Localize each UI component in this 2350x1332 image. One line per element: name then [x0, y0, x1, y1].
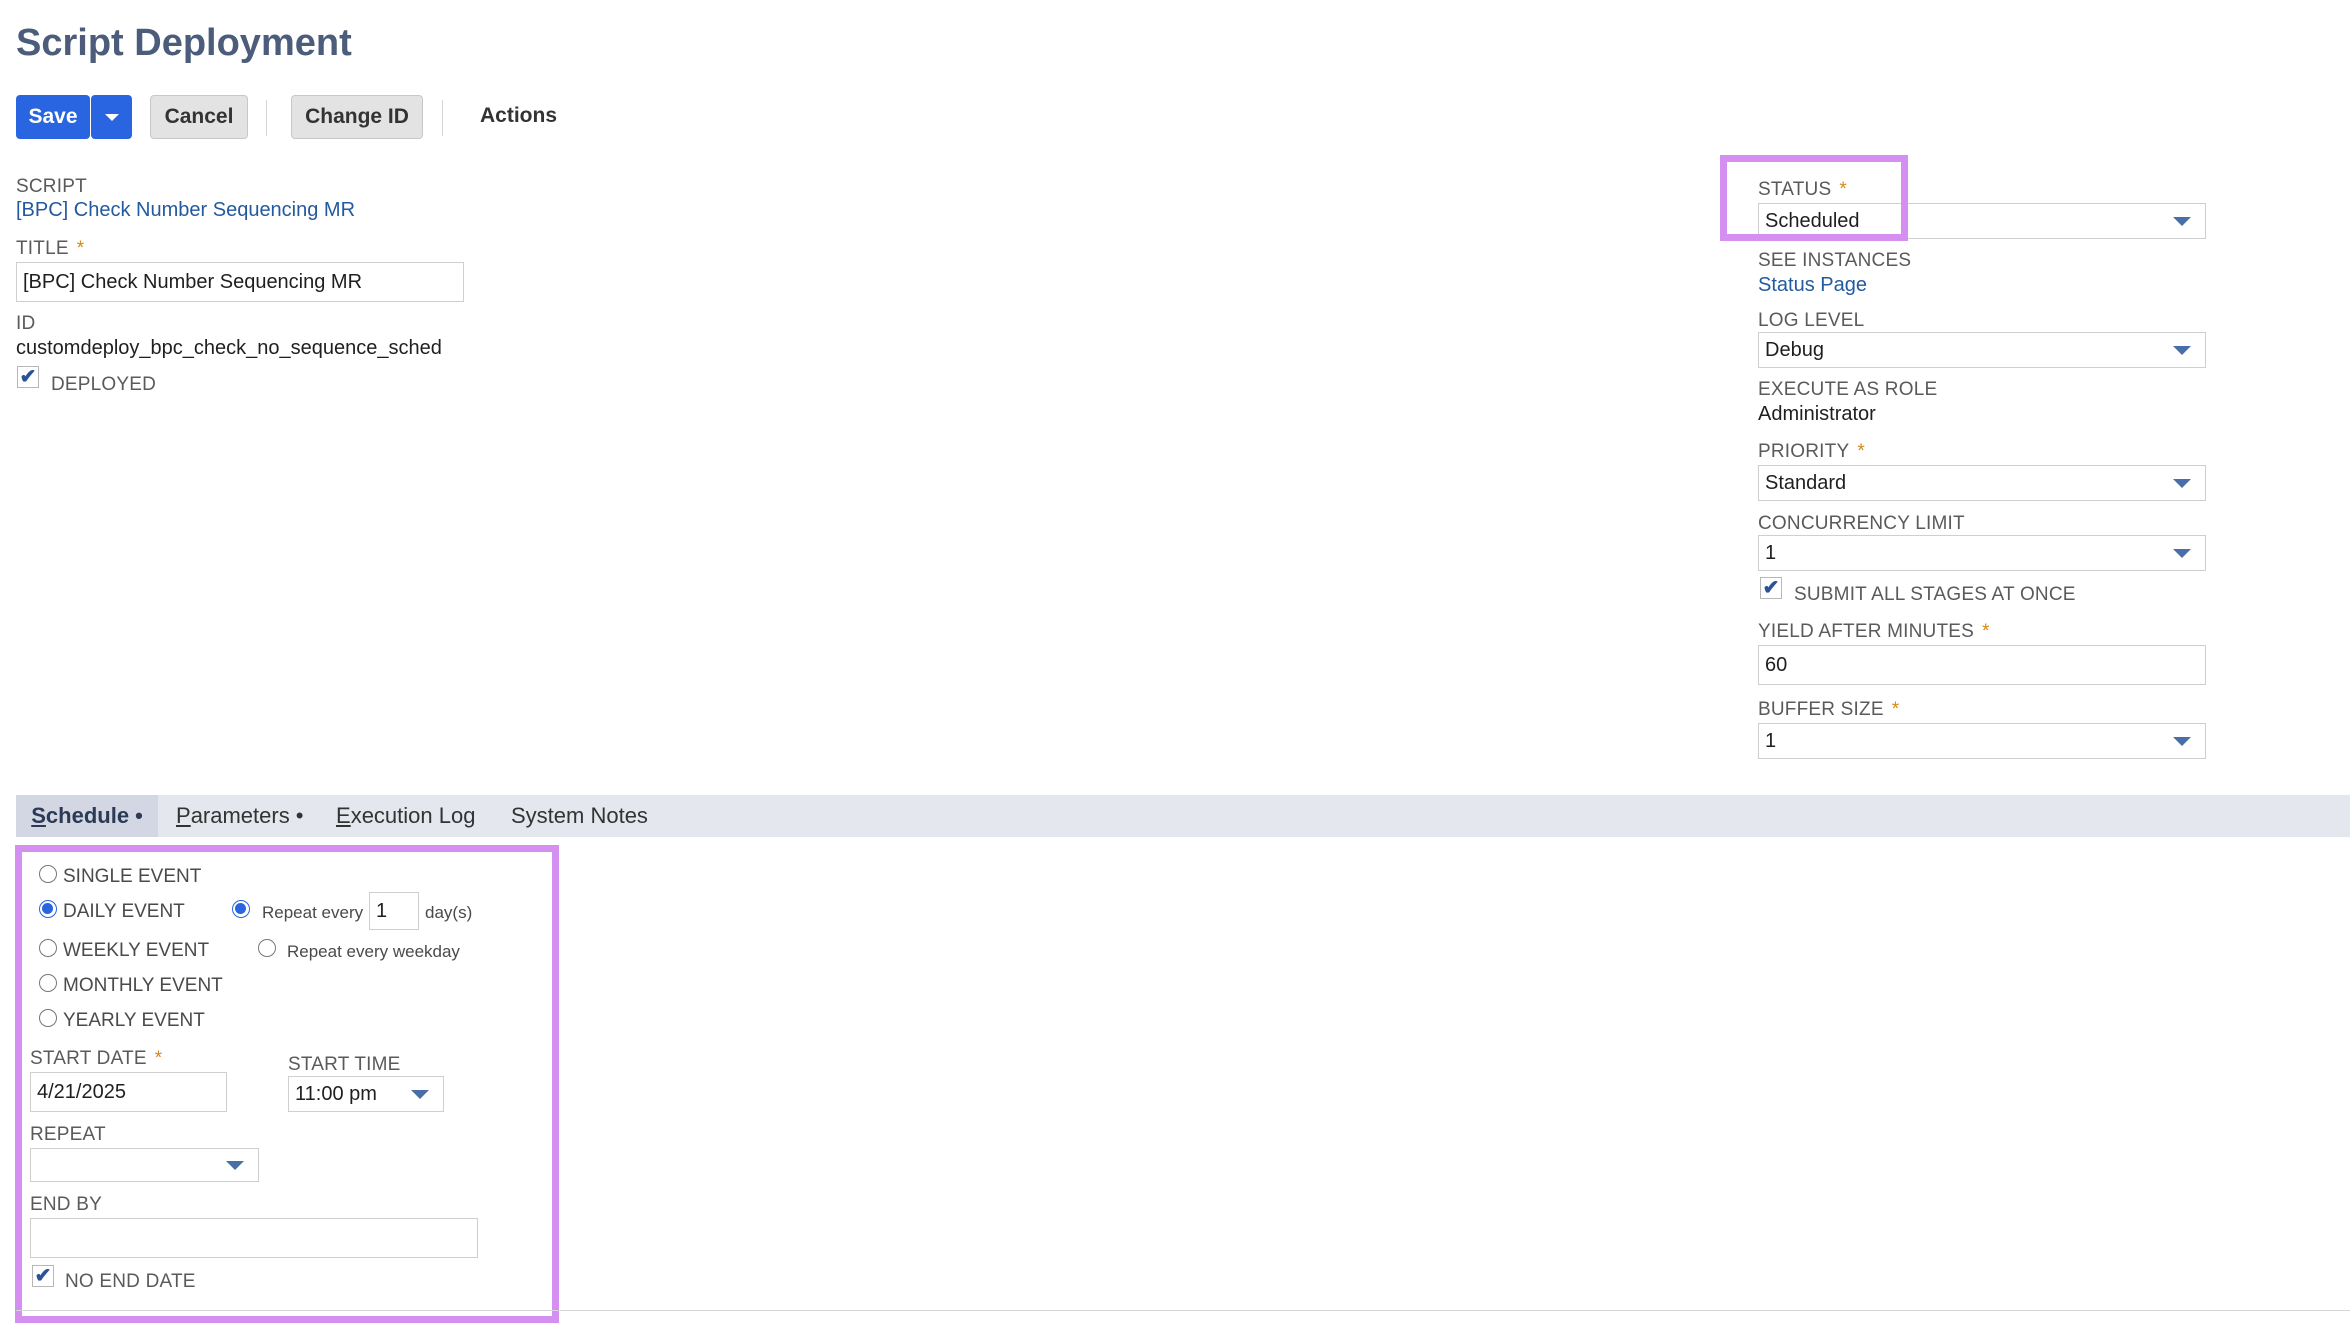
submit-all-label: SUBMIT ALL STAGES AT ONCE	[1794, 584, 2076, 605]
deployed-label: DEPLOYED	[51, 374, 157, 395]
toolbar-divider	[266, 100, 267, 136]
chevron-down-icon	[2173, 346, 2191, 355]
required-marker: *	[1891, 699, 1900, 720]
priority-value: Standard	[1765, 471, 1847, 494]
log-level-value: Debug	[1765, 338, 1824, 361]
id-label: ID	[16, 313, 36, 334]
tab-system-notes[interactable]: System Notes	[511, 795, 648, 837]
chevron-down-icon	[2173, 479, 2191, 488]
subtab-bar: Schedule • Parameters • Execution Log Syst…	[16, 795, 2350, 837]
buffer-select[interactable]: 1	[1758, 723, 2206, 759]
change-id-button[interactable]: Change ID	[291, 95, 423, 139]
concurrency-select[interactable]: 1	[1758, 535, 2206, 571]
chevron-down-icon	[2173, 217, 2191, 226]
save-button[interactable]: Save	[16, 95, 90, 139]
toolbar-divider	[442, 100, 443, 136]
page-title: Script Deployment	[16, 22, 352, 64]
title-input[interactable]: [BPC] Check Number Sequencing MR	[16, 262, 464, 302]
yield-input[interactable]: 60	[1758, 645, 2206, 685]
cancel-button[interactable]: Cancel	[150, 95, 248, 139]
execute-as-role-value: Administrator	[1758, 403, 1876, 425]
log-level-label: LOG LEVEL	[1758, 310, 1865, 331]
actions-menu[interactable]: Actions	[480, 104, 557, 128]
concurrency-label: CONCURRENCY LIMIT	[1758, 513, 1965, 534]
deployed-checkbox[interactable]: ✔	[17, 366, 39, 388]
script-link[interactable]: [BPC] Check Number Sequencing MR	[16, 199, 355, 222]
yield-label: YIELD AFTER MINUTES *	[1758, 621, 1990, 642]
chevron-down-icon	[2173, 737, 2191, 746]
buffer-value: 1	[1765, 729, 1777, 752]
concurrency-value: 1	[1765, 541, 1777, 564]
id-value: customdeploy_bpc_check_no_sequence_sched	[16, 337, 442, 359]
required-marker: *	[1982, 621, 1990, 642]
save-options-button[interactable]	[91, 95, 132, 139]
submit-all-checkbox[interactable]: ✔	[1760, 577, 1782, 599]
required-marker: *	[76, 238, 85, 259]
panel-bottom-divider	[16, 1310, 2350, 1311]
buffer-label: BUFFER SIZE *	[1758, 699, 1900, 720]
tab-execution-log[interactable]: Execution Log	[336, 795, 475, 837]
required-marker: *	[1857, 441, 1865, 462]
tab-schedule[interactable]: Schedule •	[16, 795, 158, 837]
schedule-highlight	[15, 845, 559, 1323]
execute-as-role-label: EXECUTE AS ROLE	[1758, 379, 1938, 400]
title-label: TITLE *	[16, 238, 85, 259]
log-level-select[interactable]: Debug	[1758, 332, 2206, 368]
tab-parameters[interactable]: Parameters •	[176, 795, 303, 837]
priority-select[interactable]: Standard	[1758, 465, 2206, 501]
priority-label: PRIORITY *	[1758, 441, 1865, 462]
see-instances-label: SEE INSTANCES	[1758, 250, 1912, 271]
status-highlight	[1720, 155, 1908, 241]
chevron-down-icon	[104, 113, 119, 121]
chevron-down-icon	[2173, 549, 2191, 558]
status-page-link[interactable]: Status Page	[1758, 274, 1867, 297]
script-label: SCRIPT	[16, 176, 87, 197]
